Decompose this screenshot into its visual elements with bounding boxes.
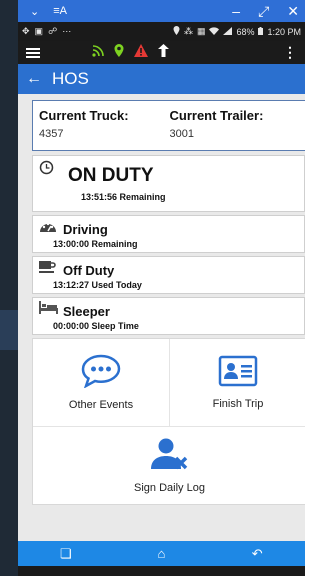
status-row-on-duty[interactable]: ON DUTY 13:51:56 Remaining: [32, 155, 305, 212]
other-events-button[interactable]: Other Events: [33, 339, 169, 426]
move-icon: ✥: [22, 26, 30, 36]
image-icon: ▣: [34, 26, 44, 36]
battery-percent: 68%: [236, 26, 255, 37]
minimize-icon[interactable]: –: [232, 3, 240, 19]
clock-icon: [39, 160, 54, 180]
coffee-cup-icon: [39, 260, 56, 279]
current-truck-label: Current Truck:: [39, 108, 129, 123]
status-name: Off Duty: [63, 263, 115, 278]
status-detail: 00:00:00 Sleep Time: [53, 321, 139, 331]
finish-trip-button[interactable]: Finish Trip: [169, 339, 305, 426]
chevron-down-icon[interactable]: ⌄: [30, 5, 39, 18]
gps-location-icon[interactable]: [114, 43, 124, 62]
sign-daily-log-button[interactable]: Sign Daily Log: [33, 427, 305, 504]
other-events-label: Other Events: [68, 399, 134, 411]
id-card-icon: [218, 355, 258, 392]
current-truck: Current Truck: 4357: [39, 108, 170, 143]
status-name: Sleeper: [63, 304, 110, 319]
emulator-title-bar: ⌄ ≡A – ⤢ ✕: [18, 0, 305, 22]
sign-daily-log-label: Sign Daily Log: [134, 482, 205, 494]
status-detail: 13:12:27 Used Today: [53, 280, 142, 290]
android-status-bar: ✥ ▣ ☍ ⋯ ⁂ ▦ 68% 1:20 PM: [18, 22, 305, 41]
current-trailer-value: 3001: [169, 128, 194, 140]
upload-icon[interactable]: [158, 43, 169, 62]
link-icon: ☍: [48, 26, 58, 36]
emulator-title: ≡A: [53, 5, 67, 17]
back-icon[interactable]: ↶: [242, 546, 272, 562]
location-icon: [173, 26, 180, 37]
close-icon[interactable]: ✕: [287, 3, 299, 20]
speedometer-icon: [39, 219, 57, 239]
page-title: HOS: [52, 69, 89, 88]
status-name: Driving: [63, 222, 108, 237]
emulator-window: ⌄ ≡A – ⤢ ✕ ✥ ▣ ☍ ⋯ ⁂ ▦ 68% 1:20 PM ⋮ ← H…: [18, 0, 305, 576]
current-trailer-label: Current Trailer:: [169, 108, 264, 123]
status-detail: 13:00:00 Remaining: [53, 239, 138, 249]
rss-feed-icon[interactable]: [92, 44, 104, 62]
battery-icon: [258, 26, 264, 37]
warning-icon[interactable]: [134, 43, 148, 62]
overflow-menu-icon[interactable]: ⋮: [283, 44, 297, 61]
bed-icon: [39, 301, 58, 319]
bluetooth-icon: ⁂: [183, 26, 193, 36]
recent-apps-icon[interactable]: ❏: [51, 546, 81, 562]
status-detail: 13:51:56 Remaining: [81, 192, 166, 202]
user-remove-icon: [150, 437, 189, 476]
signal-icon: [223, 26, 233, 37]
status-row-driving[interactable]: Driving 13:00:00 Remaining: [32, 215, 305, 253]
desktop-window-fragment: [0, 310, 18, 350]
home-icon[interactable]: ⌂: [146, 546, 176, 561]
android-navigation-bar: ❏ ⌂ ↶: [18, 541, 305, 566]
chat-bubble-icon: [81, 354, 121, 393]
hamburger-menu-icon[interactable]: [26, 46, 40, 60]
current-trailer: Current Trailer: 3001: [170, 108, 301, 143]
resize-icon[interactable]: ⤢: [258, 3, 269, 20]
app-bar: ← HOS: [18, 64, 305, 94]
vehicle-info-card: Current Truck: 4357 Current Trailer: 300…: [32, 100, 305, 151]
app-toolbar: ⋮: [18, 41, 305, 64]
action-grid: Other Events Finish Trip Sign Daily Log: [32, 338, 305, 505]
finish-trip-label: Finish Trip: [212, 398, 264, 410]
back-arrow-icon[interactable]: ←: [26, 70, 42, 88]
status-name: ON DUTY: [68, 165, 154, 186]
status-row-off-duty[interactable]: Off Duty 13:12:27 Used Today: [32, 256, 305, 294]
status-row-sleeper[interactable]: Sleeper 00:00:00 Sleep Time: [32, 297, 305, 335]
clock-time: 1:20 PM: [267, 26, 301, 37]
desktop-background: [0, 0, 18, 576]
wifi-icon: [209, 26, 220, 37]
current-truck-value: 4357: [39, 128, 64, 140]
screen-bottom-edge: [18, 566, 305, 576]
duty-status-list: ON DUTY 13:51:56 Remaining Driving 13:00…: [32, 155, 305, 335]
more-notifications-icon: ⋯: [62, 26, 72, 36]
nfc-icon: ▦: [196, 26, 206, 36]
